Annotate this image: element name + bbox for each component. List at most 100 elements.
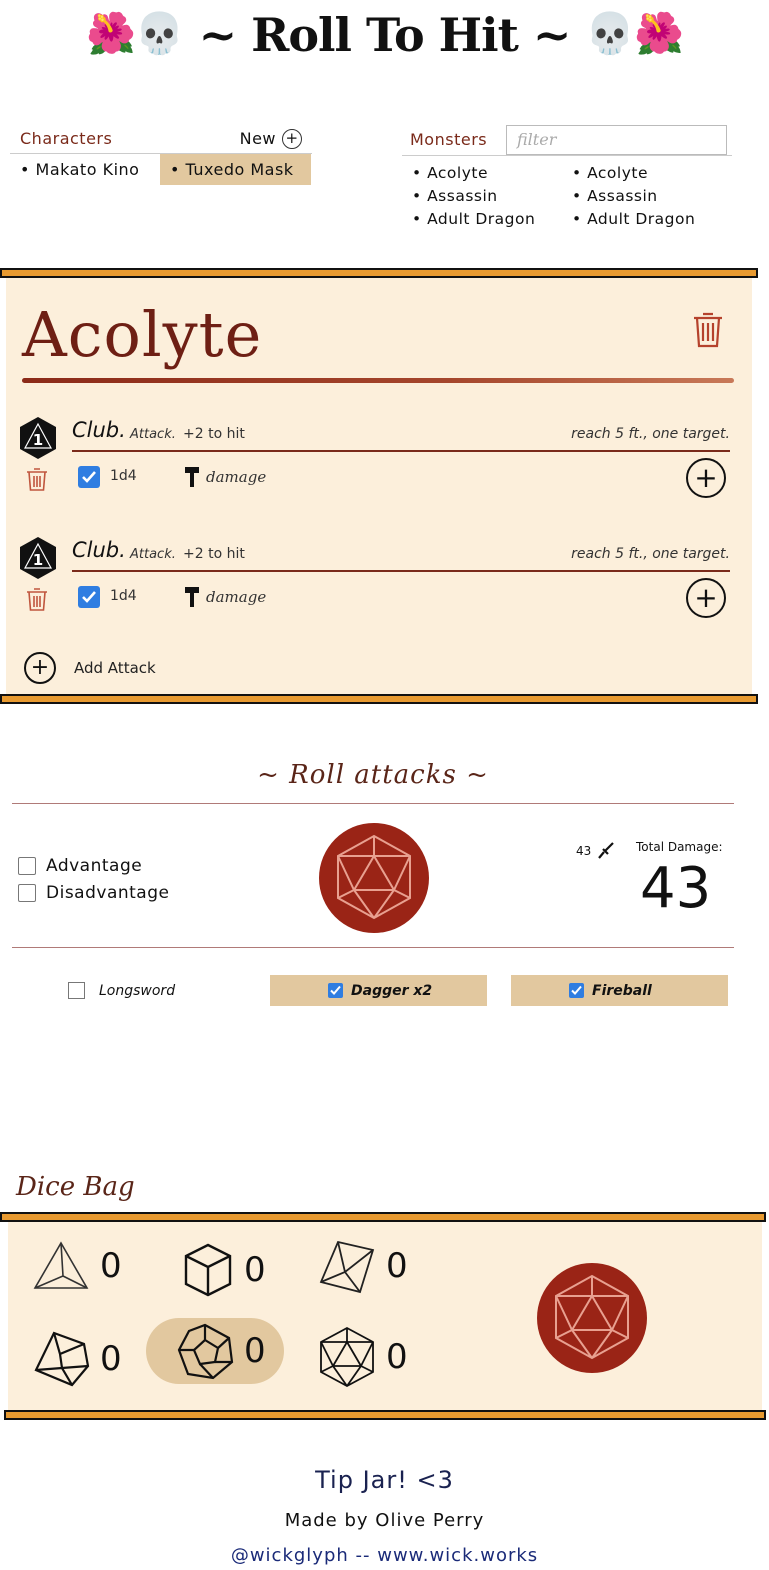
d6-icon xyxy=(184,1243,232,1297)
title-left-emoji: 🌺💀 xyxy=(85,10,185,57)
disadvantage-label: Disadvantage xyxy=(46,883,170,903)
author-links[interactable]: @wickglyph -- www.wick.works xyxy=(0,1545,769,1566)
dice-bag-title: Dice Bag xyxy=(16,1172,135,1202)
page-title: 🌺💀 ~ Roll To Hit ~ 💀🌺 xyxy=(0,8,769,62)
add-attack-button[interactable]: + Add Attack xyxy=(24,652,156,684)
attack-header: Club. Attack. +2 to hit reach 5 ft., one… xyxy=(72,534,730,572)
damage-subtotal-value: 43 xyxy=(576,844,592,858)
characters-header: Characters New + xyxy=(10,126,312,154)
advantage-checkbox[interactable] xyxy=(18,857,36,875)
attack-type: Attack. xyxy=(130,427,176,442)
d20-die-button[interactable]: 0 xyxy=(318,1326,408,1388)
delete-damage-trash-icon[interactable] xyxy=(26,466,48,492)
attack-header: Club. Attack. +2 to hit reach 5 ft., one… xyxy=(72,414,730,452)
disadvantage-checkbox[interactable] xyxy=(18,884,36,902)
add-damage-button[interactable]: + xyxy=(686,458,726,498)
d6-die-button[interactable]: 0 xyxy=(182,1242,266,1298)
title-rule xyxy=(22,378,734,383)
d20-attack-icon[interactable]: 1 xyxy=(18,416,58,460)
new-character-label: New xyxy=(239,129,276,148)
damage-checkbox[interactable] xyxy=(78,466,100,488)
d4-die-button[interactable]: 0 xyxy=(32,1240,122,1292)
d10-die-button[interactable]: 0 xyxy=(32,1330,122,1388)
roll-d20-button-icon[interactable] xyxy=(318,822,430,934)
monster-item[interactable]: • Assassin xyxy=(572,185,732,208)
d20-attack-icon[interactable]: 1 xyxy=(18,536,58,580)
attack-entry: 1 Club. Attack. +2 to hit reach 5 ft., o… xyxy=(6,414,752,514)
monster-name: Acolyte xyxy=(22,298,263,371)
d20-icon xyxy=(320,1326,374,1388)
attack-select-dagger[interactable]: Dagger x2 xyxy=(270,975,487,1006)
tip-jar-link[interactable]: Tip Jar! <3 xyxy=(0,1466,769,1494)
damage-dice[interactable]: 1d4 xyxy=(110,588,137,604)
plus-icon: + xyxy=(282,128,302,149)
monster-list: • Acolyte • Assassin • Adult Dragon • Ac… xyxy=(402,162,732,231)
d10-icon xyxy=(34,1331,90,1387)
card-top-bar xyxy=(0,268,758,278)
attack-die-label: 1 xyxy=(33,551,43,569)
attack-name: Club. xyxy=(72,418,126,442)
monster-column-2: • Acolyte • Assassin • Adult Dragon xyxy=(572,162,732,231)
fireball-checkbox[interactable] xyxy=(569,983,584,998)
attack-type: Attack. xyxy=(130,547,176,562)
d8-icon xyxy=(319,1240,375,1294)
monsters-header: Monsters filter xyxy=(402,124,732,156)
attack-select-longsword[interactable]: Longsword xyxy=(68,975,268,1006)
d12-die-button[interactable]: 0 xyxy=(146,1318,284,1384)
monster-item[interactable]: • Assassin xyxy=(412,185,572,208)
characters-label: Characters xyxy=(20,129,113,148)
advantage-option[interactable]: Advantage xyxy=(18,856,142,876)
attack-to-hit: +2 to hit xyxy=(183,426,245,442)
monster-item[interactable]: • Adult Dragon xyxy=(412,208,572,231)
delete-damage-trash-icon[interactable] xyxy=(26,586,48,612)
characters-list: • Makato Kino • Tuxedo Mask xyxy=(10,154,312,185)
d8-die-button[interactable]: 0 xyxy=(318,1238,408,1294)
d8-count: 0 xyxy=(386,1246,408,1286)
damage-row: 1d4 damage + xyxy=(6,578,752,618)
damage-type-label[interactable]: damage xyxy=(206,468,266,486)
title-text: ~ Roll To Hit ~ xyxy=(198,8,572,62)
roll-dice-bag-button-icon[interactable] xyxy=(536,1262,648,1374)
d6-count: 0 xyxy=(244,1250,266,1290)
total-damage-value: 43 xyxy=(640,856,712,921)
card-bottom-bar xyxy=(0,694,758,704)
roll-attacks-title: ~ Roll attacks ~ xyxy=(257,760,489,790)
divider xyxy=(12,803,734,804)
monsters-label: Monsters xyxy=(410,130,488,149)
monster-column-1: • Acolyte • Assassin • Adult Dragon xyxy=(412,162,572,231)
attack-die-label: 1 xyxy=(33,431,43,449)
attack-select-fireball[interactable]: Fireball xyxy=(511,975,728,1006)
advantage-label: Advantage xyxy=(46,856,143,876)
attack-reach: reach 5 ft., one target. xyxy=(571,546,730,562)
monster-item[interactable]: • Acolyte xyxy=(572,162,732,185)
new-character-button[interactable]: New + xyxy=(239,128,302,149)
total-damage-label: Total Damage: xyxy=(636,840,723,854)
d12-icon xyxy=(177,1323,234,1380)
longsword-checkbox[interactable] xyxy=(68,982,85,999)
add-damage-button[interactable]: + xyxy=(686,578,726,618)
damage-type-label[interactable]: damage xyxy=(206,588,266,606)
made-by-text: Made by Olive Perry xyxy=(284,1510,485,1531)
monsters-panel: Monsters filter • Acolyte • Assassin • A… xyxy=(402,124,732,231)
dagger-checkbox[interactable] xyxy=(328,983,343,998)
character-item-makato-kino[interactable]: • Makato Kino xyxy=(10,154,160,185)
plus-icon: + xyxy=(24,652,56,684)
hammer-icon[interactable] xyxy=(184,466,200,488)
monster-item[interactable]: • Acolyte xyxy=(412,162,572,185)
damage-checkbox[interactable] xyxy=(78,586,100,608)
monster-filter-input[interactable]: filter xyxy=(506,124,727,155)
damage-dice[interactable]: 1d4 xyxy=(110,468,137,484)
d10-count: 0 xyxy=(100,1339,122,1379)
characters-panel: Characters New + • Makato Kino • Tuxedo … xyxy=(10,126,312,185)
card-body: Acolyte 1 Club. Attack. +2 to hit reach … xyxy=(6,278,752,694)
attack-select-label: Fireball xyxy=(592,982,652,999)
attack-reach: reach 5 ft., one target. xyxy=(571,426,730,442)
delete-monster-trash-icon[interactable] xyxy=(692,310,724,348)
hammer-icon[interactable] xyxy=(184,586,200,608)
disadvantage-option[interactable]: Disadvantage xyxy=(18,883,169,903)
attack-entry: 1 Club. Attack. +2 to hit reach 5 ft., o… xyxy=(6,534,752,634)
monster-item[interactable]: • Adult Dragon xyxy=(572,208,732,231)
d4-icon xyxy=(33,1241,89,1289)
damage-row: 1d4 damage + xyxy=(6,458,752,498)
character-item-tuxedo-mask[interactable]: • Tuxedo Mask xyxy=(160,154,311,185)
